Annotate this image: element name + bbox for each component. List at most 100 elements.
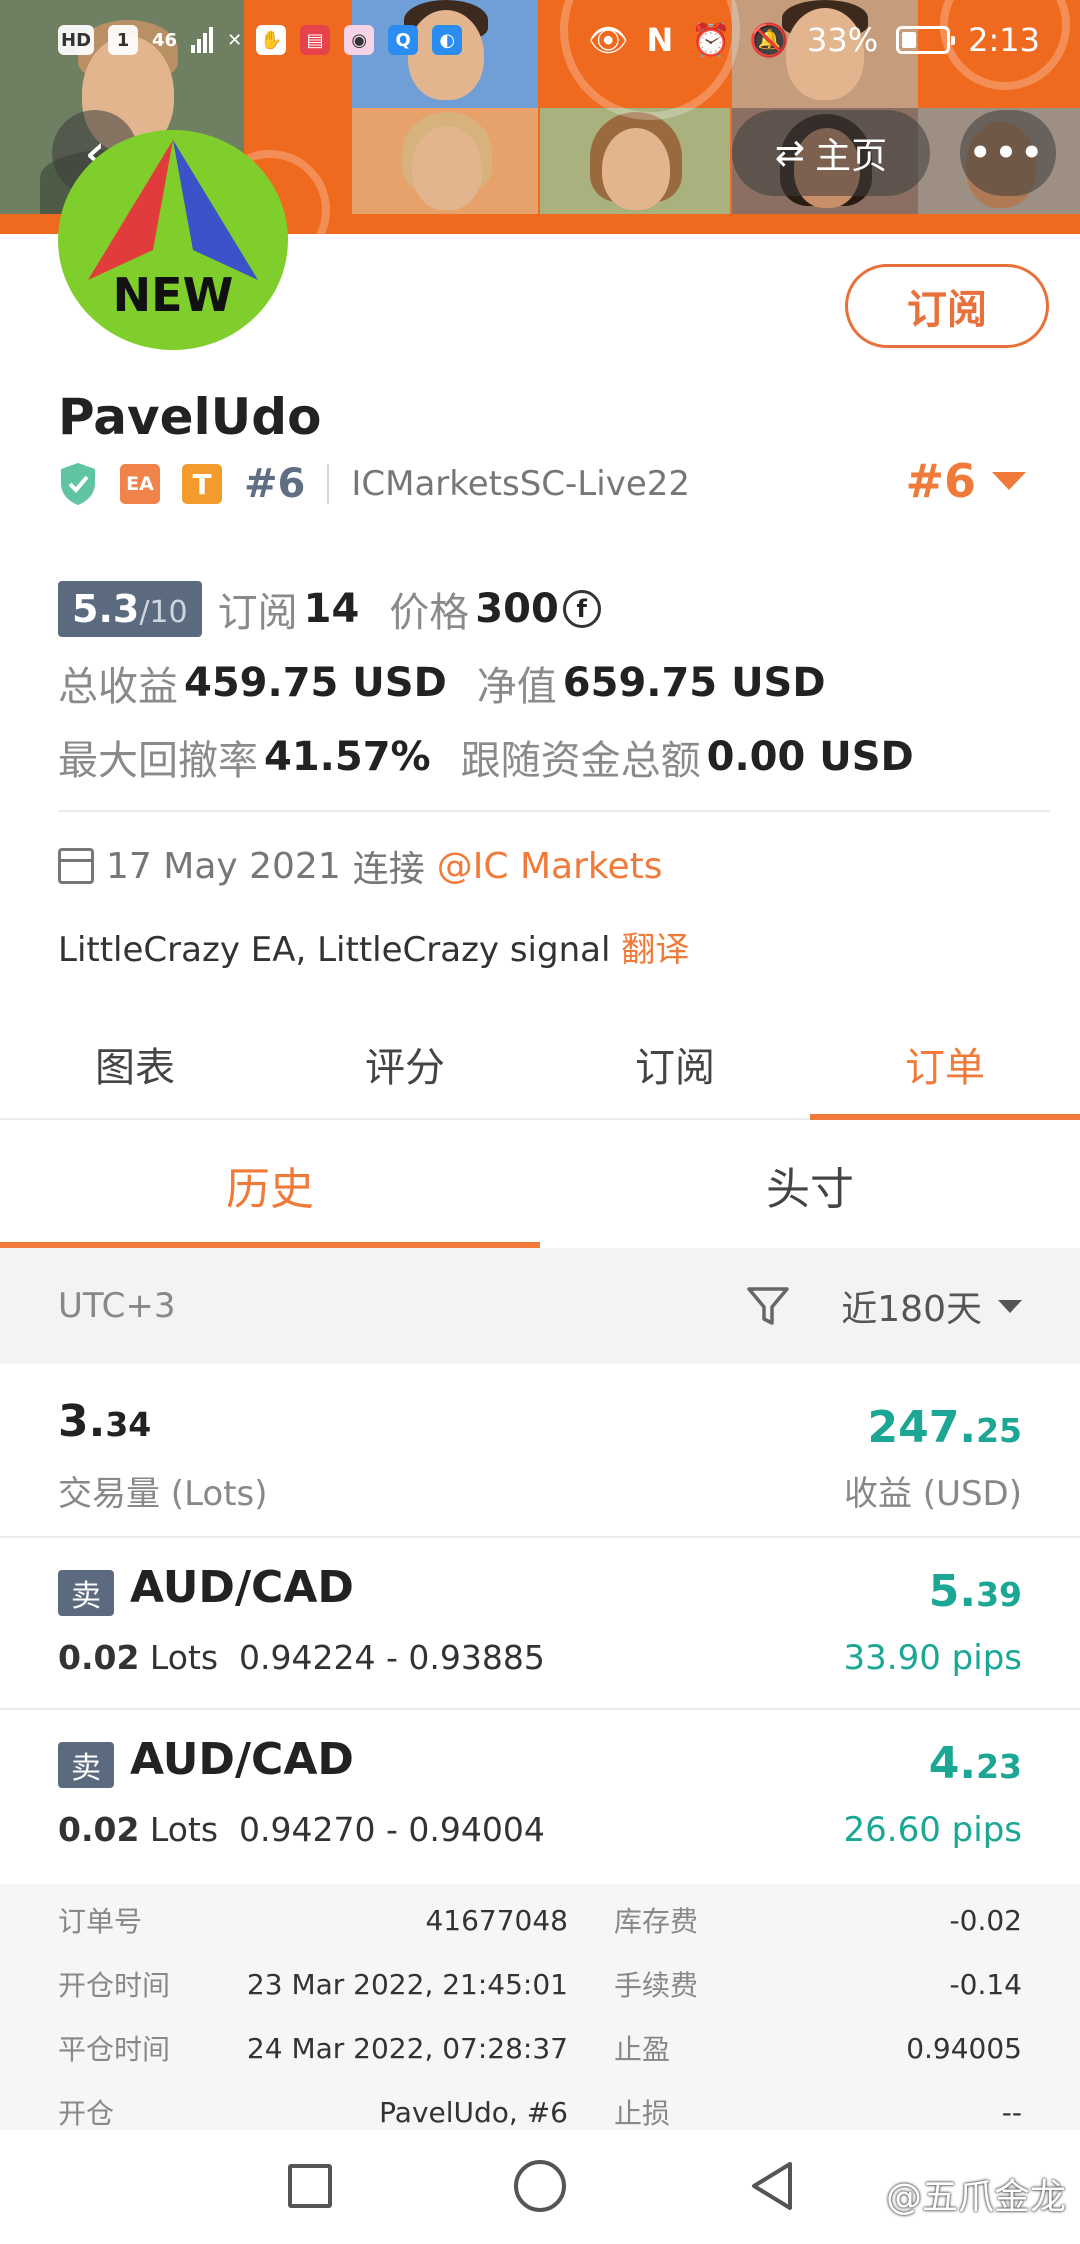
sell-tag: 卖	[58, 1570, 114, 1616]
banner-photo	[352, 108, 538, 214]
watermark: @五爪金龙	[885, 2177, 1066, 2218]
t-badge: T	[182, 464, 222, 504]
close-time-label: 平仓时间	[58, 2033, 171, 2066]
more-button[interactable]: •••	[960, 110, 1056, 196]
swap-value: -0.02	[949, 1903, 1022, 1937]
period-label: 近180天	[841, 1289, 982, 1330]
tab-subscribe[interactable]: 订阅	[540, 1010, 810, 1118]
sell-tag: 卖	[58, 1742, 114, 1788]
volume-value: 3.34	[58, 1396, 152, 1447]
home-button[interactable]: ⇄ 主页	[732, 110, 930, 196]
order-subtabs: 历史 头寸	[0, 1122, 1080, 1248]
app-notification-icon: ✋	[256, 25, 287, 55]
trade-pair: AUD/CAD	[130, 1734, 354, 1785]
back-nav-button[interactable]	[744, 2158, 800, 2214]
price-value: 300	[475, 586, 559, 632]
score-denominator: /10	[139, 595, 188, 630]
description-text: LittleCrazy EA, LittleCrazy signal	[58, 930, 611, 970]
main-tabs: 图表 评分 订阅 订单	[0, 1010, 1080, 1120]
photos-icon: ◉	[344, 25, 375, 55]
home-button-label: 主页	[815, 136, 888, 177]
recents-button[interactable]	[288, 2164, 332, 2208]
clock: 2:13	[968, 21, 1040, 59]
open-time-value: 23 Mar 2022, 21:45:01	[246, 1967, 568, 2001]
equity-value: 659.75 USD	[562, 660, 826, 706]
swap-label: 库存费	[614, 1905, 699, 1938]
system-nav-bar: @五爪金龙	[0, 2130, 1080, 2244]
total-profit-value: 459.75 USD	[184, 660, 447, 706]
filter-icon[interactable]	[745, 1283, 791, 1329]
tab-chart[interactable]: 图表	[0, 1010, 270, 1118]
trade-details: 订单号 41677048 库存费 -0.02 开仓时间 23 Mar 2022,…	[0, 1884, 1080, 2130]
badge-row: EA T #6 ICMarketsSC-Live22	[58, 458, 690, 510]
rank-label: #6	[244, 461, 306, 507]
calendar-icon	[58, 848, 94, 884]
connection-label: 连接	[352, 849, 425, 890]
broker-link[interactable]: @IC Markets	[437, 846, 663, 887]
trade-pair: AUD/CAD	[130, 1562, 354, 1613]
max-drawdown-label: 最大回撤率	[58, 738, 258, 784]
avatar: NEW	[58, 130, 288, 350]
subscriptions-label: 订阅	[217, 590, 298, 636]
profit-label: 收益 (USD)	[844, 1474, 1022, 1514]
rank-dropdown[interactable]: #6	[905, 454, 1026, 508]
swap-icon: ⇄	[774, 132, 806, 174]
commission-value: -0.14	[949, 1967, 1022, 2001]
no-signal-icon: ✕	[227, 29, 243, 51]
server-name: ICMarketsSC-Live22	[351, 464, 690, 504]
trade-info: 0.02 Lots 0.94270 - 0.94004	[58, 1810, 545, 1849]
more-icon: •••	[969, 133, 1047, 173]
search-app-icon: Q	[388, 25, 419, 55]
filter-bar: UTC+3 近180天	[0, 1248, 1080, 1364]
divider	[58, 810, 1050, 812]
total-profit-label: 总收益	[58, 664, 178, 710]
hd-icon: HD	[58, 25, 95, 55]
profit-value: 247.25	[867, 1402, 1023, 1453]
commission-label: 手续费	[614, 1969, 699, 2002]
connection-date: 17 May 2021	[106, 845, 341, 887]
subscribe-button[interactable]: 订阅	[845, 264, 1049, 348]
caret-down-icon	[992, 472, 1026, 490]
trade-info: 0.02 Lots 0.94224 - 0.93885	[58, 1638, 545, 1677]
subtab-positions[interactable]: 头寸	[540, 1122, 1080, 1248]
banner-photo	[540, 108, 730, 214]
subtab-history[interactable]: 历史	[0, 1122, 540, 1248]
score-badge: 5.3 /10	[58, 581, 202, 637]
book-icon: ▤	[300, 25, 331, 55]
equity-label: 净值	[476, 664, 557, 710]
take-profit-value: 0.94005	[906, 2031, 1022, 2065]
tab-orders[interactable]: 订单	[810, 1010, 1080, 1120]
battery-icon	[896, 26, 956, 54]
connection-row: 17 May 2021 连接 @IC Markets	[58, 840, 662, 892]
separator	[327, 464, 330, 504]
max-drawdown-value: 41.57%	[264, 734, 431, 780]
trade-pips: 26.60 pips	[843, 1810, 1022, 1850]
price-label: 价格	[389, 590, 470, 636]
timezone-label: UTC+3	[58, 1286, 176, 1326]
period-dropdown[interactable]: 近180天	[841, 1280, 1022, 1332]
volume-label: 交易量 (Lots)	[58, 1474, 268, 1514]
history-summary: 3.34 交易量 (Lots) 247.25 收益 (USD)	[0, 1364, 1080, 1538]
order-number-value: 41677048	[425, 1903, 568, 1937]
detail-row: 订单号 41677048 库存费 -0.02	[58, 1888, 1022, 1952]
followers-funds-label: 跟随资金总额	[460, 738, 701, 784]
detail-row: 开仓时间 23 Mar 2022, 21:45:01 手续费 -0.14	[58, 1952, 1022, 2016]
trade-row[interactable]: 卖 AUD/CAD 0.02 Lots 0.94270 - 0.94004 4.…	[0, 1710, 1080, 1882]
close-time-value: 24 Mar 2022, 07:28:37	[246, 2031, 568, 2065]
provider-name: PavelUdo	[58, 388, 322, 446]
detail-row: 开仓 PavelUdo, #6 止损 --	[58, 2080, 1022, 2131]
stop-loss-value: --	[1001, 2095, 1022, 2129]
translate-link[interactable]: 翻译	[621, 930, 689, 970]
trade-pips: 33.90 pips	[843, 1638, 1022, 1678]
trade-profit: 4.23	[928, 1738, 1022, 1789]
trade-profit: 5.39	[928, 1566, 1022, 1617]
open-time-label: 开仓时间	[58, 1969, 171, 2002]
battery-percent: 33%	[807, 21, 879, 59]
trade-row[interactable]: 卖 AUD/CAD 0.02 Lots 0.94224 - 0.93885 5.…	[0, 1538, 1080, 1710]
tab-rating[interactable]: 评分	[270, 1010, 540, 1118]
eye-icon: 👁	[587, 21, 629, 59]
home-nav-button[interactable]	[514, 2160, 566, 2212]
caret-down-icon	[998, 1299, 1022, 1313]
coin-icon: f	[562, 590, 601, 628]
detail-row: 平仓时间 24 Mar 2022, 07:28:37 止盈 0.94005	[58, 2016, 1022, 2080]
